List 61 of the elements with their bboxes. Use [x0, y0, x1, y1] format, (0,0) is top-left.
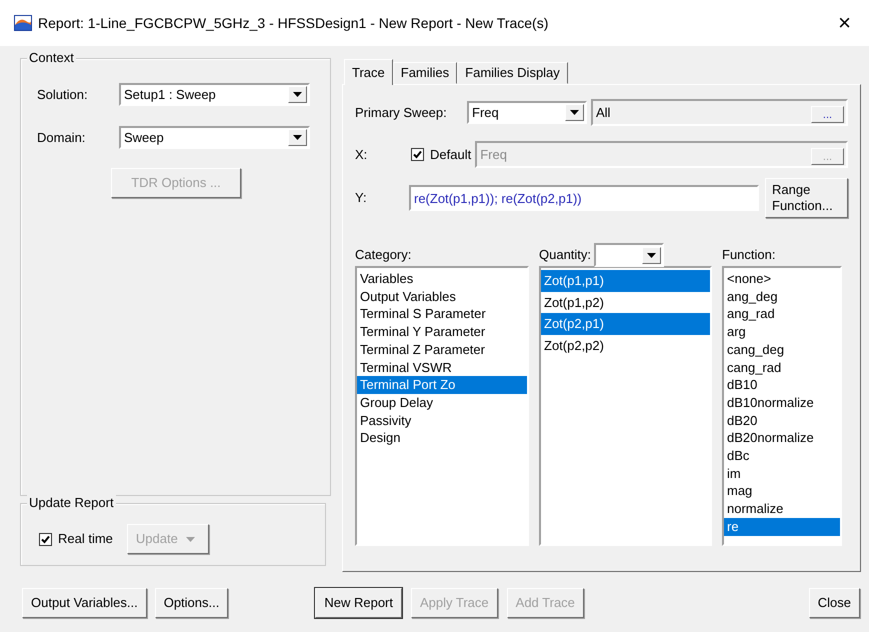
list-item[interactable]: Passivity — [357, 412, 527, 430]
primary-sweep-dropdown[interactable]: Freq — [467, 101, 587, 124]
sweep-range-field[interactable]: All ... — [591, 99, 848, 126]
list-item[interactable]: cang_rad — [724, 358, 840, 376]
group-title: Update Report — [27, 495, 116, 511]
list-item[interactable]: ang_rad — [724, 305, 840, 324]
dialog-button[interactable]: Output Variables... — [22, 588, 147, 618]
list-label: Quantity: — [539, 246, 592, 264]
solution-dropdown[interactable]: Setup1 : Sweep — [119, 83, 310, 106]
close-button[interactable]: × — [832, 12, 857, 34]
checkbox-label: Default — [430, 146, 472, 164]
domain-dropdown[interactable]: Sweep — [119, 126, 310, 149]
list-item[interactable]: Zot(p2,p2) — [541, 334, 710, 356]
list-item[interactable]: Zot(p1,p1) — [541, 270, 710, 292]
list-item[interactable]: ang_deg — [724, 288, 840, 306]
list-label: Function: — [722, 246, 776, 264]
checkbox-label: Real time — [58, 530, 113, 548]
list-item[interactable]: dBc — [724, 447, 840, 465]
list-item[interactable]: Output Variables — [357, 288, 527, 306]
list-item[interactable]: Group Delay — [357, 394, 527, 412]
list-item[interactable]: im — [724, 464, 840, 482]
list-item[interactable]: Variables — [357, 270, 527, 288]
checkbox[interactable] — [39, 532, 52, 546]
ellipsis-button[interactable]: ... — [811, 106, 844, 123]
range-function-button[interactable]: Range Function... — [765, 178, 848, 218]
caret-icon — [186, 536, 195, 542]
list-item[interactable]: mag — [724, 482, 840, 500]
list-item[interactable]: normalize — [724, 500, 840, 518]
app-logo-icon — [14, 15, 32, 31]
list-item[interactable]: Terminal Port Zo — [357, 376, 527, 394]
quantity-dropdown[interactable] — [594, 243, 664, 267]
list-item[interactable]: Terminal VSWR — [357, 358, 527, 376]
field-label: Domain: — [37, 128, 86, 147]
list-item[interactable]: Terminal Z Parameter — [357, 340, 527, 359]
x-field: Freq ... — [475, 141, 848, 168]
list-item[interactable]: dB10normalize — [724, 394, 840, 412]
list-label: Category: — [355, 246, 412, 264]
list-item[interactable]: arg — [724, 323, 840, 341]
list-item[interactable]: cang_deg — [724, 340, 840, 359]
list-item[interactable]: dB10 — [724, 376, 840, 394]
list-item[interactable]: Terminal Y Parameter — [357, 323, 527, 341]
list-item[interactable]: dB20normalize — [724, 429, 840, 448]
list-item[interactable]: <none> — [724, 270, 840, 288]
tab[interactable]: Trace — [344, 59, 393, 85]
field-label: Solution: — [37, 86, 89, 104]
list-item[interactable]: dB20 — [724, 412, 840, 430]
tab[interactable]: Families Display — [457, 62, 568, 84]
list-item[interactable]: Zot(p2,p1) — [541, 313, 710, 335]
dialog-button[interactable]: Close — [808, 588, 860, 618]
dialog-button[interactable]: Options... — [154, 588, 228, 618]
list-item[interactable]: Terminal S Parameter — [357, 305, 527, 324]
tab[interactable]: Families — [392, 62, 458, 84]
field-label: X: — [355, 146, 368, 164]
field-label: Primary Sweep: — [355, 104, 448, 122]
list-item[interactable]: re — [724, 518, 840, 536]
list-item[interactable]: Design — [357, 429, 527, 448]
y-expression-field[interactable]: re(Zot(p1,p1)); re(Zot(p2,p1)) — [409, 185, 759, 211]
list-item[interactable]: Zot(p1,p2) — [541, 292, 710, 314]
dialog-button[interactable]: New Report — [315, 588, 402, 618]
window-title: Report: 1-Line_FGCBCPW_5GHz_3 - HFSSDesign1 - New Report - New Trace(s) — [38, 14, 550, 33]
field-label: Y: — [355, 189, 368, 208]
